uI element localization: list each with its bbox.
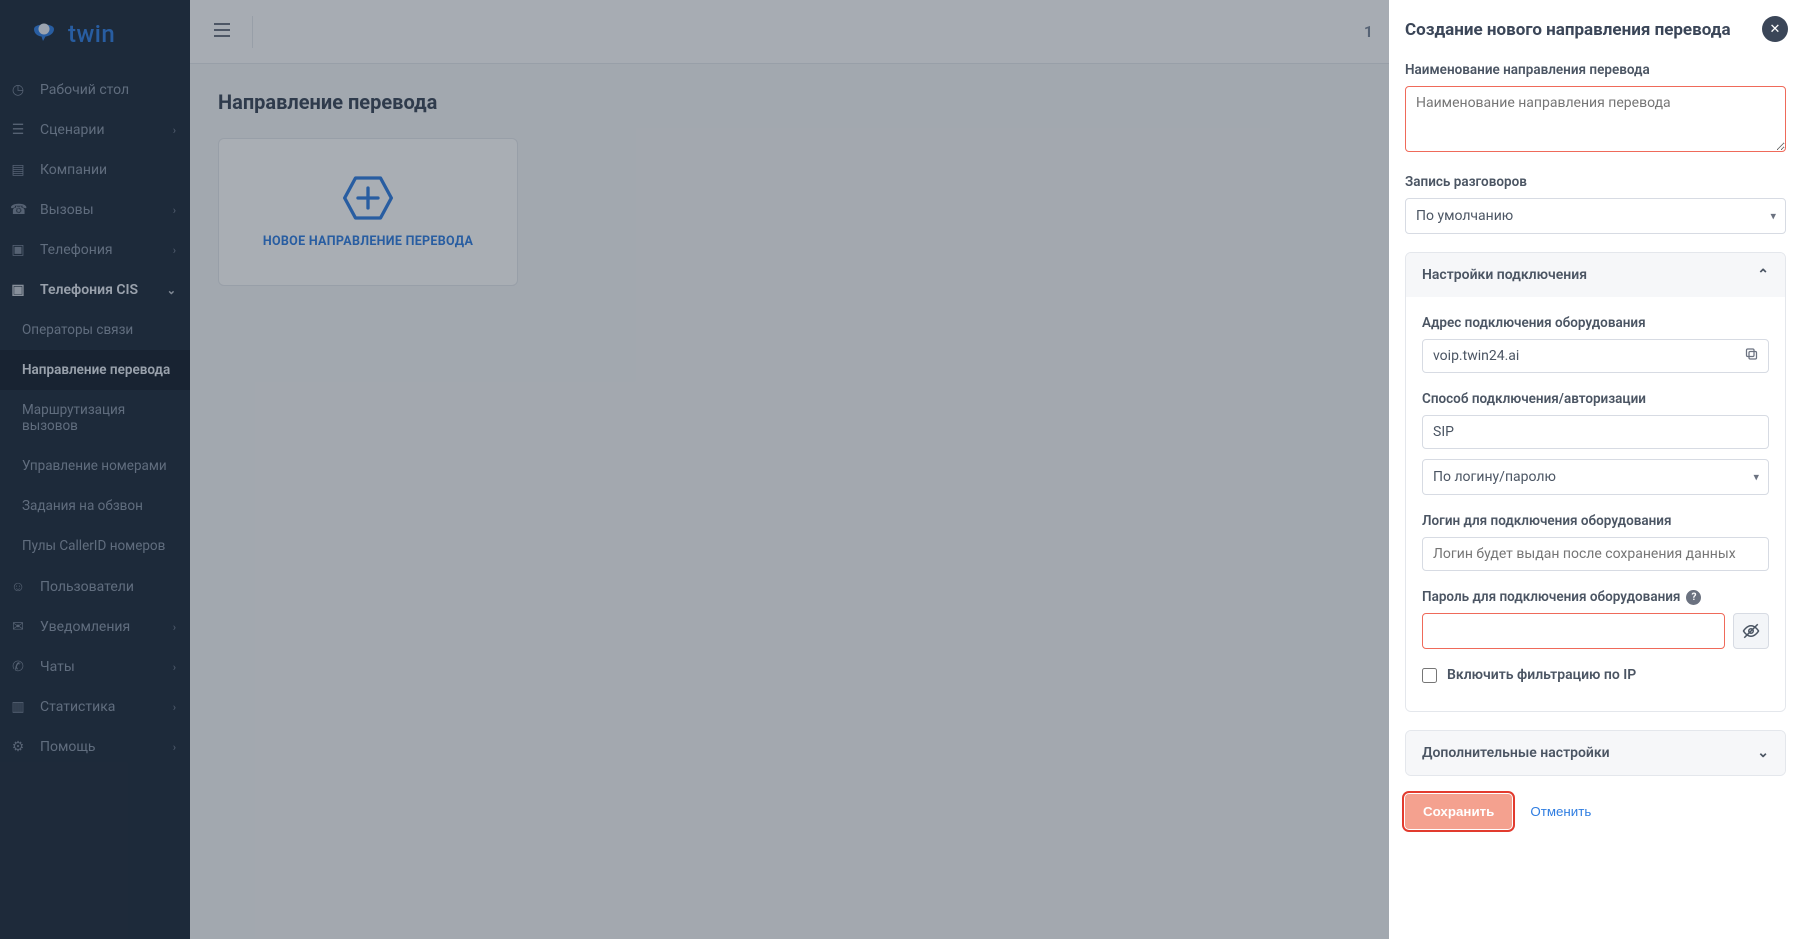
- create-drawer: ✕ Создание нового направления перевода Н…: [1389, 0, 1802, 939]
- copy-button[interactable]: [1744, 347, 1759, 366]
- close-button[interactable]: ✕: [1762, 16, 1788, 42]
- auth-mode-select[interactable]: По логину/паролю: [1422, 459, 1769, 495]
- nav-statistics[interactable]: ▥Статистика›: [0, 687, 190, 727]
- calls-icon: ☎: [10, 202, 26, 218]
- equip-address-label: Адрес подключения оборудования: [1422, 315, 1769, 331]
- name-input[interactable]: [1405, 86, 1786, 152]
- eye-off-icon: [1742, 622, 1760, 640]
- toggle-password-visibility[interactable]: [1733, 613, 1769, 649]
- subnav-operators[interactable]: Операторы связи: [0, 310, 190, 350]
- nav-telephony[interactable]: ▣Телефония›: [0, 230, 190, 270]
- login-label: Логин для подключения оборудования: [1422, 513, 1769, 529]
- nav-help[interactable]: ⚙Помощь›: [0, 727, 190, 767]
- subnav-call-routing[interactable]: Маршрутизация вызовов: [0, 390, 190, 446]
- nav-companies[interactable]: ▤Компании: [0, 150, 190, 190]
- telephony-icon: ▣: [10, 242, 26, 258]
- dashboard-icon: ◷: [10, 82, 26, 98]
- page-title: Направление перевода: [218, 90, 1361, 114]
- logo: twin: [0, 0, 190, 70]
- new-transfer-card[interactable]: НОВОЕ НАПРАВЛЕНИЕ ПЕРЕВОДА: [218, 138, 518, 286]
- statistics-icon: ▥: [10, 699, 26, 715]
- help-icon[interactable]: ?: [1686, 590, 1701, 605]
- cancel-button[interactable]: Отменить: [1530, 804, 1591, 819]
- login-field: [1422, 537, 1769, 571]
- ip-filter-row[interactable]: Включить фильтрацию по IP: [1422, 667, 1769, 683]
- chevron-down-icon: ⌄: [1757, 745, 1769, 761]
- logo-text: twin: [68, 20, 115, 48]
- divider: [252, 16, 253, 48]
- help-icon: ⚙: [10, 739, 26, 755]
- connection-settings-accordion: Настройки подключения ⌃ Адрес подключени…: [1405, 252, 1786, 712]
- main-area: 1 Направление перевода НОВОЕ НАПРАВЛЕНИЕ…: [190, 0, 1389, 939]
- recording-label: Запись разговоров: [1405, 174, 1786, 190]
- equip-address-field: [1422, 339, 1769, 373]
- additional-settings-accordion: Дополнительные настройки ⌄: [1405, 730, 1786, 776]
- chats-icon: ✆: [10, 659, 26, 675]
- new-transfer-label: НОВОЕ НАПРАВЛЕНИЕ ПЕРЕВОДА: [263, 234, 473, 249]
- chevron-right-icon: ›: [173, 244, 176, 257]
- page-indicator: 1: [1364, 22, 1373, 41]
- chevron-up-icon: ⌃: [1757, 267, 1769, 283]
- chevron-right-icon: ›: [173, 741, 176, 754]
- nav-chats[interactable]: ✆Чаты›: [0, 647, 190, 687]
- telephony-cis-icon: ▣: [10, 282, 26, 298]
- nav-telephony-cis[interactable]: ▣Телефония CIS⌄: [0, 270, 190, 310]
- nav-users[interactable]: ☺Пользователи: [0, 566, 190, 607]
- subnav-dial-tasks[interactable]: Задания на обзвон: [0, 486, 190, 526]
- chevron-right-icon: ›: [173, 661, 176, 674]
- scenarios-icon: ☰: [10, 122, 26, 138]
- subnav-transfer-direction[interactable]: Направление перевода: [0, 350, 190, 390]
- save-button[interactable]: Сохранить: [1405, 794, 1512, 829]
- close-icon: ✕: [1770, 22, 1781, 37]
- chevron-right-icon: ›: [173, 204, 176, 217]
- subnav-number-management[interactable]: Управление номерами: [0, 446, 190, 486]
- users-icon: ☺: [10, 578, 26, 595]
- additional-settings-toggle[interactable]: Дополнительные настройки ⌄: [1406, 731, 1785, 775]
- notifications-icon: ✉: [10, 619, 26, 635]
- recording-select[interactable]: По умолчанию: [1405, 198, 1786, 234]
- connection-settings-toggle[interactable]: Настройки подключения ⌃: [1406, 253, 1785, 297]
- nav-calls[interactable]: ☎Вызовы›: [0, 190, 190, 230]
- chevron-down-icon: ⌄: [167, 284, 176, 297]
- sidebar: twin ◷Рабочий стол ☰Сценарии› ▤Компании …: [0, 0, 190, 939]
- ip-filter-checkbox[interactable]: [1422, 668, 1437, 683]
- companies-icon: ▤: [10, 162, 26, 178]
- hex-plus-icon: [343, 176, 393, 220]
- password-input[interactable]: [1422, 613, 1725, 649]
- name-label: Наименование направления перевода: [1405, 62, 1786, 78]
- drawer-title: Создание нового направления перевода: [1405, 20, 1786, 40]
- ip-filter-label: Включить фильтрацию по IP: [1447, 667, 1636, 683]
- password-label: Пароль для подключения оборудования ?: [1422, 589, 1769, 605]
- copy-icon: [1744, 347, 1759, 362]
- nav-scenarios[interactable]: ☰Сценарии›: [0, 110, 190, 150]
- subnav-callerid-pools[interactable]: Пулы CallerID номеров: [0, 526, 190, 566]
- auth-method-field: [1422, 415, 1769, 449]
- nav-notifications[interactable]: ✉Уведомления›: [0, 607, 190, 647]
- auth-method-label: Способ подключения/авторизации: [1422, 391, 1769, 407]
- hamburger-icon: [214, 23, 230, 37]
- content: Направление перевода НОВОЕ НАПРАВЛЕНИЕ П…: [190, 64, 1389, 312]
- chevron-right-icon: ›: [173, 701, 176, 714]
- topbar: 1: [190, 0, 1389, 64]
- logo-icon: [28, 18, 60, 50]
- nav-desktop[interactable]: ◷Рабочий стол: [0, 70, 190, 110]
- chevron-right-icon: ›: [173, 621, 176, 634]
- sidebar-toggle[interactable]: [206, 19, 238, 45]
- chevron-right-icon: ›: [173, 124, 176, 137]
